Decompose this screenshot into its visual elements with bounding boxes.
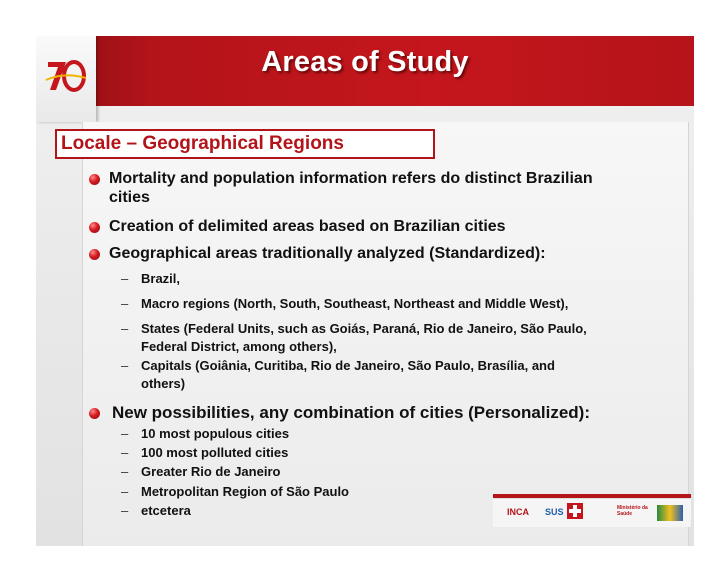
sub-item-text: Metropolitan Region of São Paulo	[141, 484, 349, 499]
sub-item: – 100 most polluted cities	[121, 444, 288, 462]
bullet-2: Creation of delimited areas based on Bra…	[89, 217, 689, 236]
sus-cross-icon	[567, 503, 583, 519]
sub-item: – etcetera	[121, 502, 191, 520]
bullet-3: Geographical areas traditionally analyze…	[89, 244, 689, 263]
sub-item: – Brazil,	[121, 270, 180, 288]
bullet-1-text: Mortality and population information ref…	[109, 170, 593, 187]
inca-logo-icon: INCA	[507, 507, 529, 517]
sub-item-text-cont: Federal District, among others),	[141, 339, 337, 354]
footer-logos: INCA SUS Ministério da Saúde	[493, 498, 691, 527]
sub-item-text: 10 most populous cities	[141, 426, 290, 441]
dash-marker: –	[121, 484, 129, 499]
sub-item-text: etcetera	[141, 503, 191, 518]
brasil-logo-icon	[657, 505, 683, 521]
slide-title: Areas of Study	[261, 46, 469, 78]
dash-marker: –	[121, 358, 129, 373]
sub-item: – States (Federal Units, such as Goiás, …	[121, 320, 587, 356]
bullet-2-text: Creation of delimited areas based on Bra…	[109, 218, 506, 235]
sub-item: – Macro regions (North, South, Southeast…	[121, 295, 568, 313]
sub-item-text: 100 most polluted cities	[141, 445, 289, 460]
bullet-dot-icon	[89, 408, 100, 419]
sub-item-text: States (Federal Units, such as Goiás, Pa…	[141, 321, 587, 336]
bullet-1: Mortality and population information ref…	[89, 169, 689, 207]
dash-marker: –	[121, 503, 129, 518]
sub-item-text: Greater Rio de Janeiro	[141, 464, 281, 479]
sub-item-text-cont: others)	[141, 376, 186, 391]
subtitle: Locale – Geographical Regions	[61, 133, 344, 154]
bullet-4-text: New possibilities, any combination of ci…	[112, 403, 590, 422]
dash-marker: –	[121, 426, 129, 441]
sub-item-text: Capitals (Goiânia, Curitiba, Rio de Jane…	[141, 358, 555, 373]
sub-item: – Metropolitan Region of São Paulo	[121, 483, 349, 501]
sub-item-text: Brazil,	[141, 271, 181, 286]
dash-marker: –	[121, 296, 129, 311]
bullet-1-text-cont: cities	[109, 189, 150, 206]
dash-marker: –	[121, 464, 129, 479]
bullet-4: New possibilities, any combination of ci…	[89, 403, 689, 422]
subtitle-box: Locale – Geographical Regions	[55, 129, 435, 159]
sub-item-text: Macro regions (North, South, Southeast, …	[141, 296, 569, 311]
sub-item: – Greater Rio de Janeiro	[121, 463, 280, 481]
dash-marker: –	[121, 445, 129, 460]
bullet-dot-icon	[89, 222, 100, 233]
bullet-dot-icon	[89, 249, 100, 260]
dash-marker: –	[121, 321, 129, 336]
sus-label: SUS	[545, 507, 564, 517]
bullet-3-text: Geographical areas traditionally analyze…	[109, 245, 546, 262]
bullet-dot-icon	[89, 174, 100, 185]
sub-item: – Capitals (Goiânia, Curitiba, Rio de Ja…	[121, 357, 555, 393]
ministerio-label: Ministério da Saúde	[617, 505, 648, 517]
dash-marker: –	[121, 271, 129, 286]
sub-item: – 10 most populous cities	[121, 425, 289, 443]
